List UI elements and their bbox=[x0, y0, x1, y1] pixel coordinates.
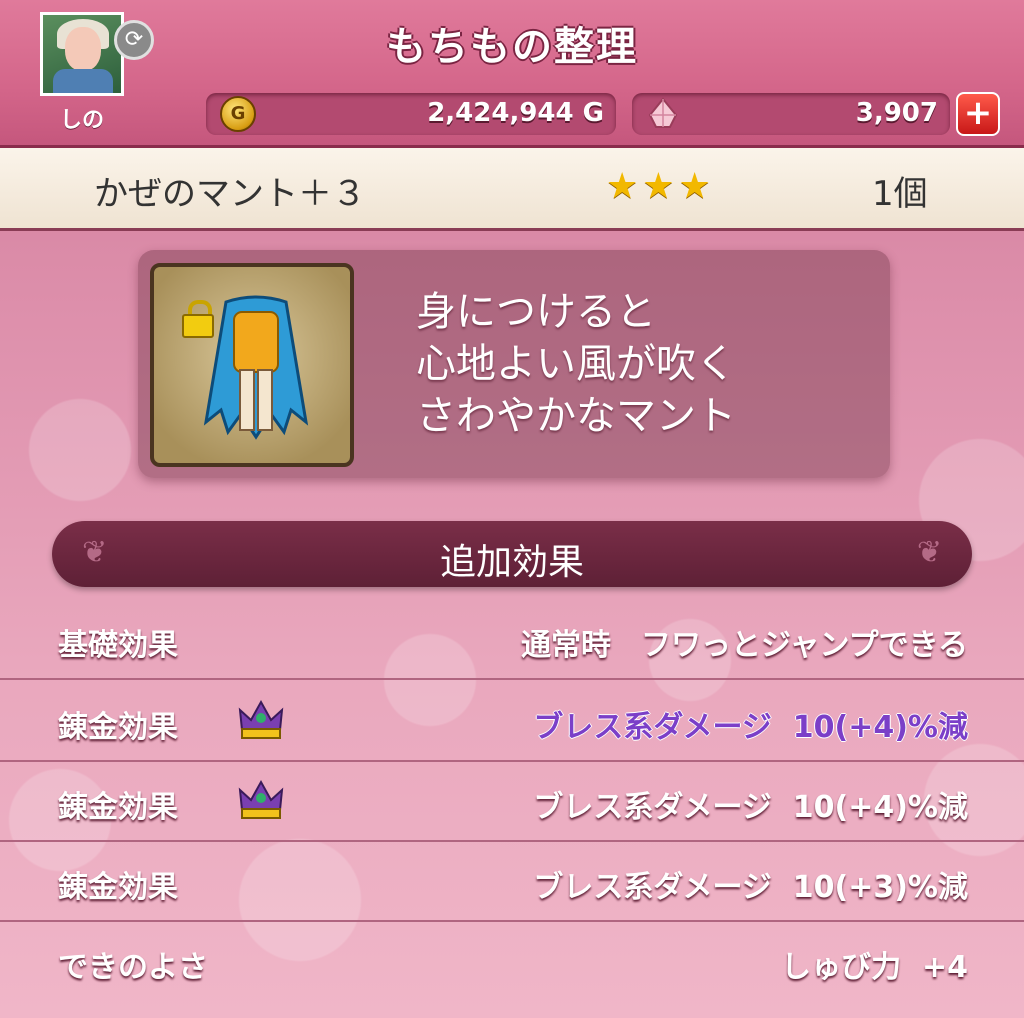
effect-value: ブレス系ダメージ 10(+4)%減 bbox=[533, 710, 968, 745]
effect-label: 錬金効果 bbox=[58, 790, 178, 825]
header: ⟳ しの もちもの整理 G 2,424,944 G 3,907 + bbox=[0, 0, 1024, 148]
gem-display: 3,907 bbox=[632, 93, 950, 135]
cloak-icon bbox=[203, 295, 309, 440]
crown-icon bbox=[238, 699, 284, 739]
item-info-bar: かぜのマント＋３ ★★★ 1個 bbox=[0, 148, 1024, 231]
effect-row: 基礎効果 通常時 フワっとジャンプできる bbox=[0, 598, 1024, 680]
item-description: 身につけると 心地よい風が吹く さわやかなマント bbox=[416, 286, 876, 442]
description-line: 身につけると bbox=[416, 289, 656, 335]
flourish-right-icon: ❦ bbox=[916, 535, 942, 570]
gold-display: G 2,424,944 G bbox=[206, 93, 616, 135]
gold-amount: 2,424,944 G bbox=[427, 98, 604, 128]
gem-icon bbox=[648, 97, 678, 128]
description-line: 心地よい風が吹く bbox=[416, 341, 736, 387]
item-rarity-stars: ★★★ bbox=[606, 166, 715, 207]
item-name: かぜのマント＋３ bbox=[94, 174, 366, 214]
character-name: しの bbox=[59, 108, 104, 133]
section-header-bar: ❦ 追加効果 ❦ bbox=[52, 521, 972, 587]
effect-row: 錬金効果 ブレス系ダメージ 10(+4)%減 bbox=[0, 680, 1024, 762]
effect-row: 錬金効果 ブレス系ダメージ 10(+4)%減 bbox=[0, 760, 1024, 842]
effect-value: しゅび力 +4 bbox=[781, 950, 968, 985]
effect-value: 通常時 フワっとジャンプできる bbox=[521, 628, 968, 663]
add-gems-button[interactable]: + bbox=[956, 92, 1000, 136]
gem-amount: 3,907 bbox=[855, 98, 938, 128]
swap-character-icon[interactable]: ⟳ bbox=[114, 20, 154, 60]
effect-value: ブレス系ダメージ 10(+3)%減 bbox=[533, 870, 968, 905]
effect-label: 錬金効果 bbox=[58, 870, 178, 905]
item-count: 1個 bbox=[872, 174, 928, 214]
effect-label: 基礎効果 bbox=[58, 628, 178, 663]
character-avatar[interactable] bbox=[40, 12, 124, 96]
effect-value: ブレス系ダメージ 10(+4)%減 bbox=[533, 790, 968, 825]
page-title: もちもの整理 bbox=[386, 24, 638, 70]
effect-label: できのよさ bbox=[58, 950, 208, 985]
gold-coin-icon: G bbox=[220, 96, 256, 132]
description-line: さわやかなマント bbox=[416, 393, 736, 439]
effect-row: できのよさ しゅび力 +4 bbox=[0, 920, 1024, 1000]
effect-row: 錬金効果 ブレス系ダメージ 10(+3)%減 bbox=[0, 840, 1024, 922]
effect-label: 錬金効果 bbox=[58, 710, 178, 745]
crown-icon bbox=[238, 779, 284, 819]
section-title: 追加効果 bbox=[439, 542, 584, 583]
